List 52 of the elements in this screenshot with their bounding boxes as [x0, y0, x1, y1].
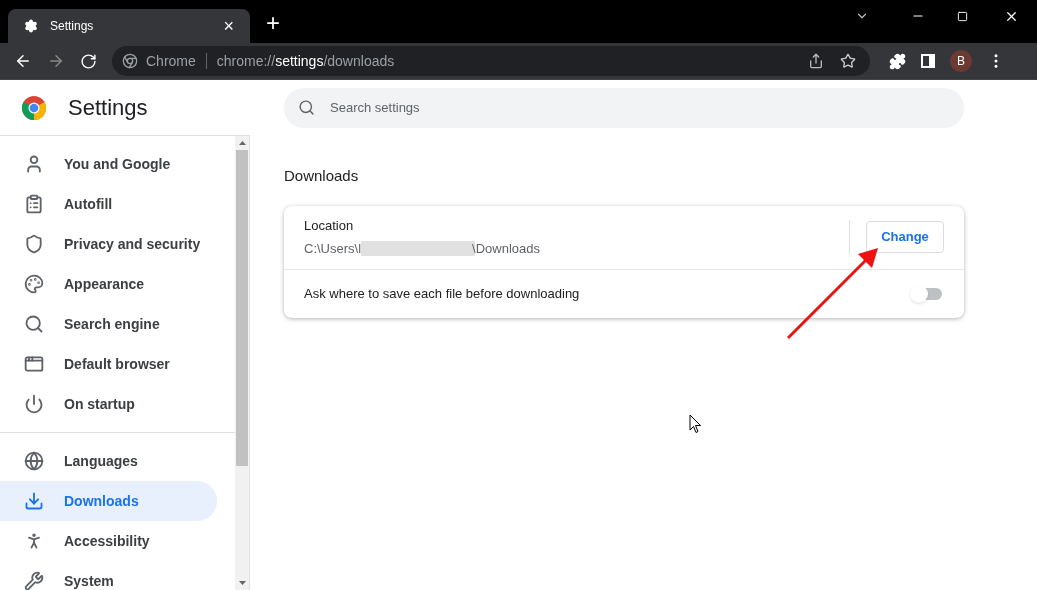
sidebar-item[interactable]: Appearance	[0, 264, 217, 304]
scrollbar[interactable]	[235, 136, 249, 590]
power-icon	[24, 394, 44, 414]
scroll-up-icon[interactable]	[238, 141, 246, 145]
sidebar-item[interactable]: Autofill	[0, 184, 217, 224]
path-end: \Downloads	[472, 239, 540, 258]
person-icon	[24, 154, 44, 174]
sidebar-item[interactable]: Languages	[0, 441, 217, 481]
reload-icon[interactable]	[80, 52, 97, 70]
puzzle-icon[interactable]	[889, 52, 906, 70]
sidebar-item[interactable]: On startup	[0, 384, 217, 424]
sidebar-item[interactable]: System	[0, 561, 217, 590]
globe-icon	[24, 451, 44, 471]
settings-icon	[24, 19, 38, 33]
shield-icon	[24, 234, 44, 254]
star-icon[interactable]	[840, 53, 856, 69]
sidebar-item[interactable]: Privacy and security	[0, 224, 217, 264]
chrome-logo-icon	[22, 95, 46, 120]
palette-icon	[24, 274, 44, 294]
scroll-down-icon[interactable]	[238, 581, 246, 585]
path-start: C:\Users\l	[304, 239, 362, 258]
clipboard-icon	[24, 194, 44, 214]
sidebar-item[interactable]: Accessibility	[0, 521, 217, 561]
address-bar[interactable]: Chrome chrome://settings/downloads	[112, 46, 870, 76]
wrench-icon	[24, 571, 44, 590]
tab-close-button[interactable]: ×	[223, 17, 234, 35]
maximize-icon[interactable]	[957, 10, 968, 22]
tab-title: Settings	[50, 18, 95, 35]
download-icon	[24, 491, 44, 511]
back-icon[interactable]	[14, 52, 32, 70]
site-name: Chrome	[146, 51, 196, 71]
sidebar-item[interactable]: Downloads	[0, 481, 217, 521]
mouse-cursor-icon	[689, 414, 702, 434]
new-tab-button[interactable]: +	[266, 11, 280, 35]
section-title: Downloads	[284, 166, 360, 186]
sidebar-item[interactable]: You and Google	[0, 144, 217, 184]
window-icon	[24, 354, 44, 374]
ask-setting-label: Ask where to save each file before downloading	[304, 284, 581, 303]
page-title: Settings	[68, 94, 148, 122]
sidebar-item[interactable]: Search engine	[0, 304, 217, 344]
search-icon	[24, 314, 44, 334]
url-text: chrome://settings/downloads	[216, 51, 396, 71]
share-icon[interactable]	[808, 53, 824, 69]
chrome-icon	[122, 53, 138, 69]
location-label: Location	[304, 217, 355, 235]
sidebar-item[interactable]: Default browser	[0, 344, 217, 384]
profile-avatar[interactable]: B	[950, 50, 972, 72]
browser-tab[interactable]: Settings ×	[8, 9, 250, 43]
side-panel-icon[interactable]	[921, 54, 935, 68]
search-icon	[298, 98, 315, 116]
search-field[interactable]: Search settings	[284, 87, 964, 128]
forward-icon[interactable]	[47, 52, 65, 70]
